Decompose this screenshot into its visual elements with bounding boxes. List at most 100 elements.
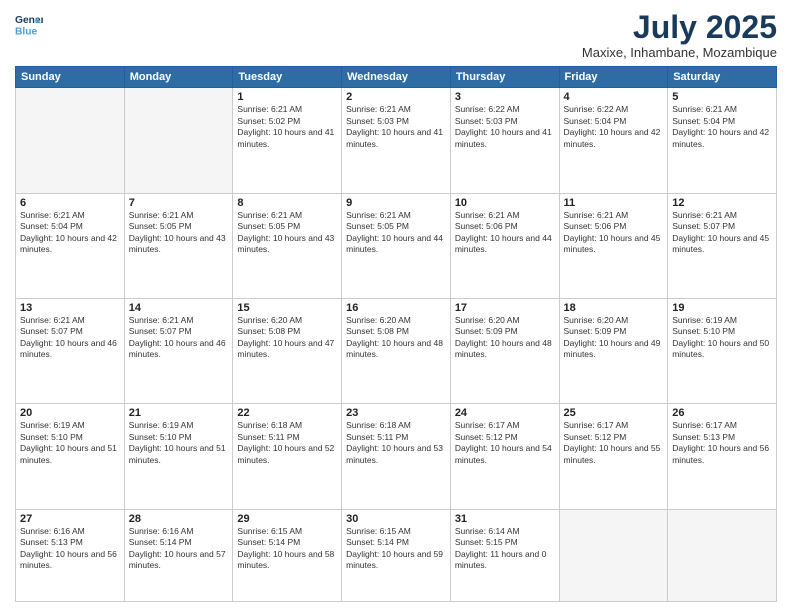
table-cell: 3Sunrise: 6:22 AMSunset: 5:03 PMDaylight…: [450, 88, 559, 193]
day-number: 18: [564, 302, 664, 314]
table-cell: 8Sunrise: 6:21 AMSunset: 5:05 PMDaylight…: [233, 193, 342, 298]
table-cell: 21Sunrise: 6:19 AMSunset: 5:10 PMDayligh…: [124, 404, 233, 509]
table-cell: 22Sunrise: 6:18 AMSunset: 5:11 PMDayligh…: [233, 404, 342, 509]
day-number: 29: [237, 513, 337, 525]
day-number: 1: [237, 91, 337, 103]
svg-text:Blue: Blue: [15, 26, 38, 37]
cell-text: Sunrise: 6:21 AMSunset: 5:07 PMDaylight:…: [20, 315, 120, 361]
cell-text: Sunrise: 6:20 AMSunset: 5:08 PMDaylight:…: [346, 315, 446, 361]
day-number: 22: [237, 407, 337, 419]
header-tuesday: Tuesday: [233, 67, 342, 88]
day-number: 24: [455, 407, 555, 419]
table-cell: 11Sunrise: 6:21 AMSunset: 5:06 PMDayligh…: [559, 193, 668, 298]
table-cell: 31Sunrise: 6:14 AMSunset: 5:15 PMDayligh…: [450, 509, 559, 601]
table-cell: 1Sunrise: 6:21 AMSunset: 5:02 PMDaylight…: [233, 88, 342, 193]
logo: General Blue: [15, 10, 43, 38]
week-row-4: 20Sunrise: 6:19 AMSunset: 5:10 PMDayligh…: [16, 404, 777, 509]
day-number: 19: [672, 302, 772, 314]
calendar-table: Sunday Monday Tuesday Wednesday Thursday…: [15, 66, 777, 602]
table-cell: 6Sunrise: 6:21 AMSunset: 5:04 PMDaylight…: [16, 193, 125, 298]
cell-text: Sunrise: 6:21 AMSunset: 5:06 PMDaylight:…: [455, 210, 555, 256]
day-number: 2: [346, 91, 446, 103]
week-row-5: 27Sunrise: 6:16 AMSunset: 5:13 PMDayligh…: [16, 509, 777, 601]
day-number: 27: [20, 513, 120, 525]
cell-text: Sunrise: 6:22 AMSunset: 5:03 PMDaylight:…: [455, 104, 555, 150]
table-cell: 23Sunrise: 6:18 AMSunset: 5:11 PMDayligh…: [342, 404, 451, 509]
page: General Blue July 2025 Maxixe, Inhambane…: [0, 0, 792, 612]
cell-text: Sunrise: 6:19 AMSunset: 5:10 PMDaylight:…: [672, 315, 772, 361]
day-number: 5: [672, 91, 772, 103]
cell-text: Sunrise: 6:19 AMSunset: 5:10 PMDaylight:…: [20, 420, 120, 466]
day-number: 15: [237, 302, 337, 314]
day-number: 30: [346, 513, 446, 525]
cell-text: Sunrise: 6:18 AMSunset: 5:11 PMDaylight:…: [346, 420, 446, 466]
table-cell: 13Sunrise: 6:21 AMSunset: 5:07 PMDayligh…: [16, 298, 125, 403]
header-thursday: Thursday: [450, 67, 559, 88]
table-cell: 19Sunrise: 6:19 AMSunset: 5:10 PMDayligh…: [668, 298, 777, 403]
table-cell: 15Sunrise: 6:20 AMSunset: 5:08 PMDayligh…: [233, 298, 342, 403]
title-block: July 2025 Maxixe, Inhambane, Mozambique: [582, 10, 777, 60]
day-number: 6: [20, 197, 120, 209]
table-cell: [16, 88, 125, 193]
table-cell: 30Sunrise: 6:15 AMSunset: 5:14 PMDayligh…: [342, 509, 451, 601]
day-number: 9: [346, 197, 446, 209]
day-number: 11: [564, 197, 664, 209]
table-cell: 2Sunrise: 6:21 AMSunset: 5:03 PMDaylight…: [342, 88, 451, 193]
table-cell: 26Sunrise: 6:17 AMSunset: 5:13 PMDayligh…: [668, 404, 777, 509]
day-number: 26: [672, 407, 772, 419]
cell-text: Sunrise: 6:20 AMSunset: 5:08 PMDaylight:…: [237, 315, 337, 361]
cell-text: Sunrise: 6:18 AMSunset: 5:11 PMDaylight:…: [237, 420, 337, 466]
cell-text: Sunrise: 6:21 AMSunset: 5:02 PMDaylight:…: [237, 104, 337, 150]
table-cell: 27Sunrise: 6:16 AMSunset: 5:13 PMDayligh…: [16, 509, 125, 601]
cell-text: Sunrise: 6:21 AMSunset: 5:05 PMDaylight:…: [237, 210, 337, 256]
header-wednesday: Wednesday: [342, 67, 451, 88]
table-cell: 12Sunrise: 6:21 AMSunset: 5:07 PMDayligh…: [668, 193, 777, 298]
day-number: 7: [129, 197, 229, 209]
cell-text: Sunrise: 6:17 AMSunset: 5:12 PMDaylight:…: [564, 420, 664, 466]
logo-icon: General Blue: [15, 10, 43, 38]
day-number: 8: [237, 197, 337, 209]
cell-text: Sunrise: 6:21 AMSunset: 5:06 PMDaylight:…: [564, 210, 664, 256]
table-cell: 9Sunrise: 6:21 AMSunset: 5:05 PMDaylight…: [342, 193, 451, 298]
day-number: 31: [455, 513, 555, 525]
svg-text:General: General: [15, 15, 43, 26]
weekday-header-row: Sunday Monday Tuesday Wednesday Thursday…: [16, 67, 777, 88]
cell-text: Sunrise: 6:21 AMSunset: 5:03 PMDaylight:…: [346, 104, 446, 150]
table-cell: 5Sunrise: 6:21 AMSunset: 5:04 PMDaylight…: [668, 88, 777, 193]
cell-text: Sunrise: 6:15 AMSunset: 5:14 PMDaylight:…: [346, 526, 446, 572]
cell-text: Sunrise: 6:21 AMSunset: 5:07 PMDaylight:…: [129, 315, 229, 361]
day-number: 12: [672, 197, 772, 209]
cell-text: Sunrise: 6:16 AMSunset: 5:14 PMDaylight:…: [129, 526, 229, 572]
day-number: 17: [455, 302, 555, 314]
table-cell: 17Sunrise: 6:20 AMSunset: 5:09 PMDayligh…: [450, 298, 559, 403]
day-number: 3: [455, 91, 555, 103]
table-cell: 25Sunrise: 6:17 AMSunset: 5:12 PMDayligh…: [559, 404, 668, 509]
cell-text: Sunrise: 6:21 AMSunset: 5:05 PMDaylight:…: [346, 210, 446, 256]
table-cell: 4Sunrise: 6:22 AMSunset: 5:04 PMDaylight…: [559, 88, 668, 193]
header-saturday: Saturday: [668, 67, 777, 88]
cell-text: Sunrise: 6:21 AMSunset: 5:04 PMDaylight:…: [20, 210, 120, 256]
cell-text: Sunrise: 6:16 AMSunset: 5:13 PMDaylight:…: [20, 526, 120, 572]
day-number: 23: [346, 407, 446, 419]
cell-text: Sunrise: 6:20 AMSunset: 5:09 PMDaylight:…: [455, 315, 555, 361]
table-cell: 7Sunrise: 6:21 AMSunset: 5:05 PMDaylight…: [124, 193, 233, 298]
day-number: 13: [20, 302, 120, 314]
header: General Blue July 2025 Maxixe, Inhambane…: [15, 10, 777, 60]
header-monday: Monday: [124, 67, 233, 88]
week-row-2: 6Sunrise: 6:21 AMSunset: 5:04 PMDaylight…: [16, 193, 777, 298]
day-number: 25: [564, 407, 664, 419]
header-sunday: Sunday: [16, 67, 125, 88]
day-number: 20: [20, 407, 120, 419]
table-cell: 20Sunrise: 6:19 AMSunset: 5:10 PMDayligh…: [16, 404, 125, 509]
subtitle: Maxixe, Inhambane, Mozambique: [582, 45, 777, 60]
table-cell: 24Sunrise: 6:17 AMSunset: 5:12 PMDayligh…: [450, 404, 559, 509]
cell-text: Sunrise: 6:17 AMSunset: 5:12 PMDaylight:…: [455, 420, 555, 466]
day-number: 28: [129, 513, 229, 525]
day-number: 14: [129, 302, 229, 314]
month-title: July 2025: [582, 10, 777, 45]
day-number: 4: [564, 91, 664, 103]
cell-text: Sunrise: 6:21 AMSunset: 5:05 PMDaylight:…: [129, 210, 229, 256]
cell-text: Sunrise: 6:19 AMSunset: 5:10 PMDaylight:…: [129, 420, 229, 466]
table-cell: 28Sunrise: 6:16 AMSunset: 5:14 PMDayligh…: [124, 509, 233, 601]
table-cell: [559, 509, 668, 601]
